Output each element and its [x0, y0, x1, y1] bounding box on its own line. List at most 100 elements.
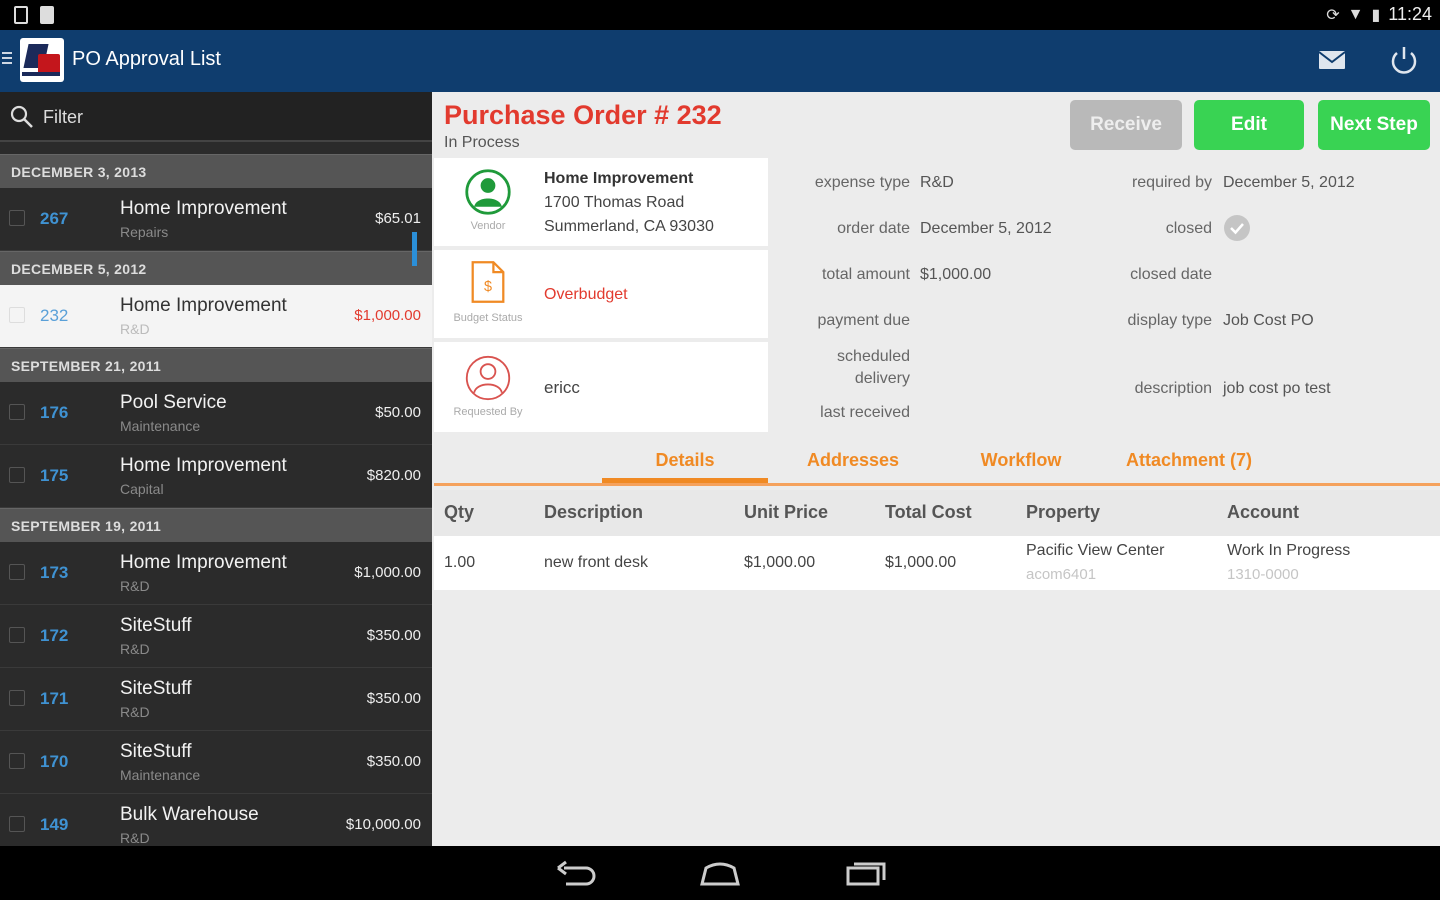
mail-icon[interactable]: [1318, 50, 1346, 70]
po-type: Capital: [120, 481, 164, 497]
vendor-name: Home Improvement: [544, 170, 694, 187]
po-status: In Process: [444, 134, 520, 151]
po-amount: $10,000.00: [345, 816, 421, 833]
section-header: DECEMBER 5, 2012: [0, 251, 432, 285]
po-number: 149: [40, 815, 69, 834]
vendor-card[interactable]: Vendor Home Improvement 1700 Thomas Road…: [434, 158, 768, 246]
vendor-caption: Vendor: [470, 220, 506, 232]
expense-type-value: R&D: [920, 174, 954, 191]
next-step-button[interactable]: Next Step: [1318, 100, 1430, 150]
po-list-panel: Filter DECEMBER 3, 2013 267 Home Improve…: [0, 92, 432, 846]
col-account: Account: [1227, 502, 1299, 522]
col-total-cost: Total Cost: [885, 502, 972, 522]
tab-details[interactable]: Details: [602, 450, 768, 471]
status-bar: ⟳ ▼ ▮ 11:24: [0, 0, 1440, 30]
po-type: R&D: [120, 704, 150, 720]
cell-description: new front desk: [544, 554, 649, 571]
edit-button[interactable]: Edit: [1194, 100, 1304, 150]
scheduled-delivery-label-2: delivery: [854, 370, 910, 387]
home-icon[interactable]: [698, 858, 742, 888]
list-item-po-175[interactable]: 175 Home Improvement Capital $820.00: [0, 445, 432, 508]
requester-caption: Requested By: [453, 406, 523, 418]
po-amount: $1,000.00: [354, 307, 421, 324]
search-icon: [10, 105, 33, 128]
tab-addresses[interactable]: Addresses: [770, 450, 936, 471]
summary-cards: Vendor Home Improvement 1700 Thomas Road…: [434, 158, 768, 436]
line-items-header: Qty Description Unit Price Total Cost Pr…: [434, 490, 1440, 536]
row-checkbox[interactable]: [9, 467, 25, 483]
list-item-po-267[interactable]: 267 Home Improvement Repairs $65.01: [0, 188, 432, 251]
po-amount: $350.00: [366, 627, 421, 644]
po-vendor: SiteStuff: [120, 741, 192, 762]
po-type: R&D: [120, 578, 150, 594]
last-received-label: last received: [820, 404, 910, 421]
budget-status: Overbudget: [544, 286, 628, 303]
list-item-po-176[interactable]: 176 Pool Service Maintenance $50.00: [0, 382, 432, 445]
po-number: 170: [40, 752, 69, 771]
po-list[interactable]: DECEMBER 3, 2013 267 Home Improvement Re…: [0, 154, 432, 846]
po-amount: $350.00: [366, 753, 421, 770]
sync-icon: ⟳: [1326, 6, 1340, 24]
power-icon[interactable]: [1388, 44, 1420, 76]
wifi-icon: ▼: [1347, 5, 1364, 23]
recent-apps-icon[interactable]: [844, 858, 888, 888]
notification-icons: [14, 6, 54, 24]
description-value: job cost po test: [1223, 380, 1331, 397]
col-property: Property: [1026, 502, 1101, 522]
row-checkbox[interactable]: [9, 307, 25, 323]
app-logo[interactable]: [20, 38, 64, 82]
active-tab-indicator: [602, 478, 768, 483]
requester-person-icon: [465, 355, 511, 401]
row-checkbox[interactable]: [9, 627, 25, 643]
filter-input[interactable]: Filter: [43, 107, 83, 128]
list-item-po-172[interactable]: 172 SiteStuff R&D $350.00: [0, 605, 432, 668]
po-type: R&D: [120, 830, 150, 846]
row-checkbox[interactable]: [9, 404, 25, 420]
po-vendor: Home Improvement: [120, 198, 287, 219]
menu-icon[interactable]: [2, 52, 12, 67]
closed-date-label: closed date: [1130, 266, 1212, 283]
back-icon[interactable]: [554, 858, 598, 888]
battery-icon: ▮: [1371, 6, 1381, 24]
list-item-po-149[interactable]: 149 Bulk Warehouse R&D $10,000.00: [0, 794, 432, 846]
storage-icon: [40, 6, 54, 24]
col-qty: Qty: [444, 502, 475, 522]
receive-button[interactable]: Receive: [1070, 100, 1182, 150]
cell-property-code: acom6401: [1026, 566, 1097, 583]
po-vendor: SiteStuff: [120, 615, 192, 636]
po-vendor: Home Improvement: [120, 552, 287, 573]
list-scrollbar[interactable]: [412, 232, 417, 266]
tab-workflow[interactable]: Workflow: [938, 450, 1104, 471]
vendor-person-icon: [465, 169, 511, 215]
po-amount: $50.00: [375, 404, 421, 421]
row-checkbox[interactable]: [9, 690, 25, 706]
filter-bar[interactable]: Filter: [0, 92, 432, 142]
po-vendor: Bulk Warehouse: [120, 804, 259, 825]
po-type: Maintenance: [120, 767, 201, 783]
po-number: 232: [40, 306, 69, 325]
clock: 11:24: [1388, 4, 1432, 24]
row-checkbox[interactable]: [9, 564, 25, 580]
section-header: SEPTEMBER 19, 2011: [0, 508, 432, 542]
total-amount-value: $1,000.00: [920, 266, 992, 283]
po-fields: expense type R&D order date December 5, …: [768, 158, 1440, 434]
po-vendor: SiteStuff: [120, 678, 192, 699]
action-bar: PO Approval List: [0, 30, 1440, 92]
section-header: DECEMBER 3, 2013: [0, 154, 432, 188]
row-checkbox[interactable]: [9, 210, 25, 226]
po-type: Maintenance: [120, 418, 201, 434]
po-vendor: Home Improvement: [120, 295, 287, 316]
row-checkbox[interactable]: [9, 753, 25, 769]
requester-card: Requested By ericc: [434, 342, 768, 432]
app-root: ⟳ ▼ ▮ 11:24 PO Approval List Filter DECE…: [0, 0, 1440, 900]
list-item-po-170[interactable]: 170 SiteStuff Maintenance $350.00: [0, 731, 432, 794]
list-item-po-232[interactable]: 232 Home Improvement R&D $1,000.00: [0, 285, 432, 348]
payment-due-label: payment due: [817, 312, 910, 329]
tab-attachment[interactable]: Attachment (7): [1106, 450, 1272, 471]
row-checkbox[interactable]: [9, 816, 25, 832]
po-amount: $350.00: [366, 690, 421, 707]
list-item-po-171[interactable]: 171 SiteStuff R&D $350.00: [0, 668, 432, 731]
order-date-label: order date: [837, 220, 910, 237]
table-row[interactable]: 1.00 new front desk $1,000.00 $1,000.00 …: [434, 536, 1440, 590]
list-item-po-173[interactable]: 173 Home Improvement R&D $1,000.00: [0, 542, 432, 605]
